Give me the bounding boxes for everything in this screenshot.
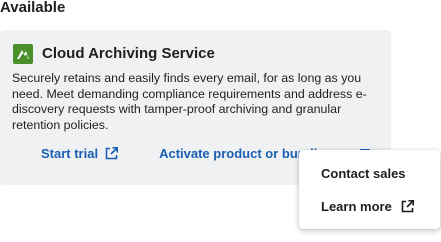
card-description: Securely retains and easily finds every … [12, 71, 367, 132]
page: Available Cloud Archiving Service Secure… [0, 0, 441, 242]
start-trial-label: Start trial [41, 146, 99, 161]
menu-item-contact-sales[interactable]: Contact sales [321, 166, 406, 181]
card-actions-row: Start trial Activate product or bundle [41, 146, 324, 161]
menu-item-learn-more[interactable]: Learn more [321, 199, 415, 214]
cloud-archiving-logo-icon [13, 44, 33, 64]
card-title: Cloud Archiving Service [42, 45, 215, 62]
external-link-icon [400, 199, 415, 214]
card-header: Cloud Archiving Service [13, 44, 215, 64]
menu-item-label: Contact sales [321, 166, 406, 181]
external-link-icon [104, 146, 119, 161]
more-options-menu: Contact sales Learn more [299, 150, 440, 229]
menu-item-label: Learn more [321, 199, 392, 214]
section-title: Available [0, 0, 66, 16]
start-trial-link[interactable]: Start trial [41, 146, 119, 161]
